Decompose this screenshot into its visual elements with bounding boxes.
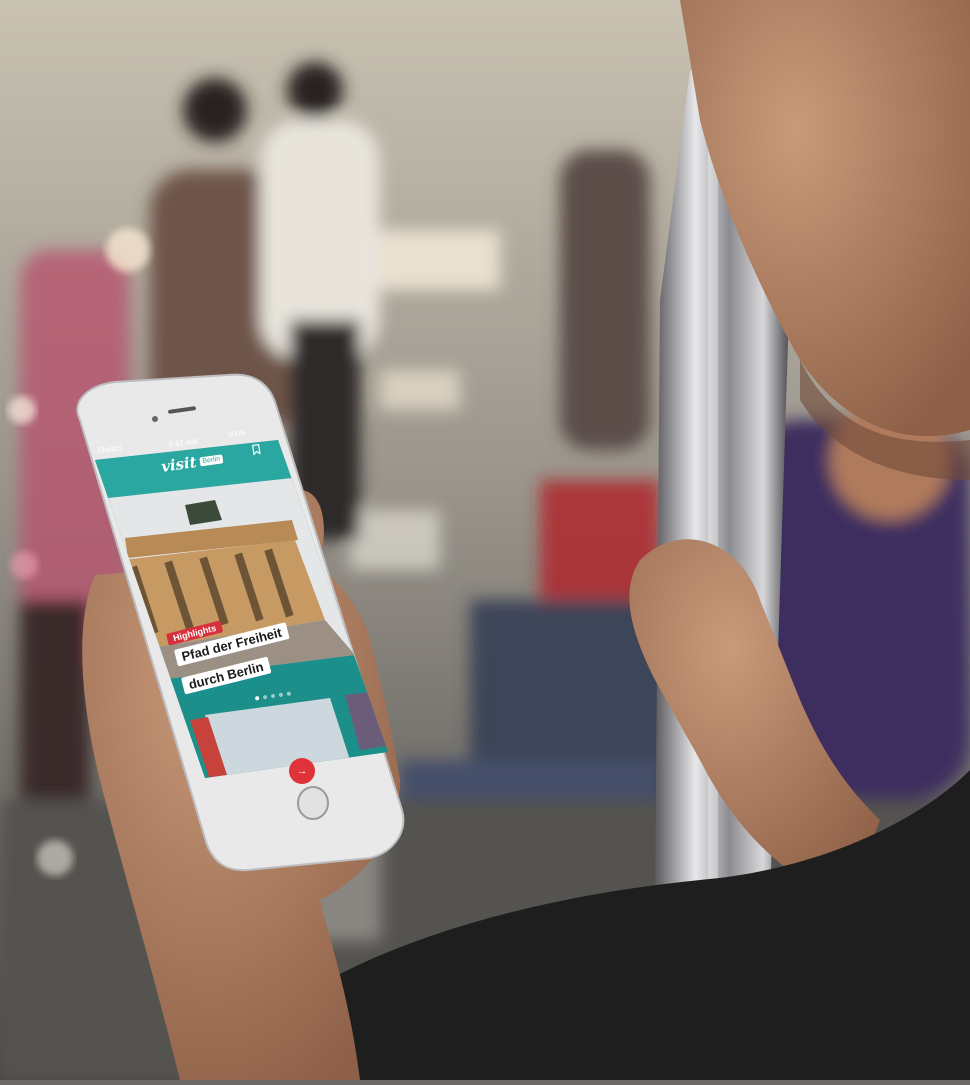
carousel-dot[interactable] — [254, 695, 260, 701]
carousel-dot[interactable] — [286, 691, 292, 697]
smartphone: Sketch 9:41 AM 100% visit Berlin Highlig… — [0, 0, 970, 1080]
carousel-dot[interactable] — [262, 694, 268, 700]
carousel-dot[interactable] — [278, 692, 284, 698]
arrow-right-icon[interactable]: → — [296, 765, 308, 777]
bookmark-icon[interactable] — [251, 441, 261, 456]
logo-badge: Berlin — [198, 453, 224, 467]
phone-svg — [76, 373, 405, 872]
carousel-dot[interactable] — [270, 693, 276, 699]
